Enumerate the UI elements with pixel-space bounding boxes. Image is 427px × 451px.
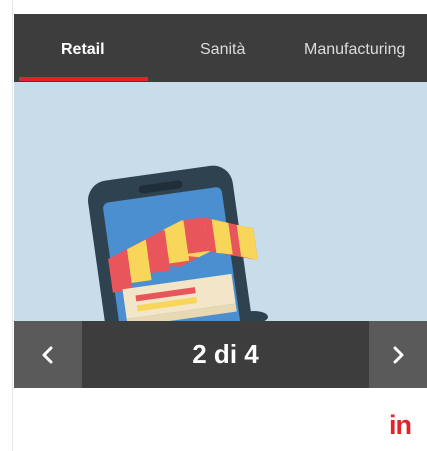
mobile-shop-icon — [87, 165, 268, 321]
slide-image — [14, 82, 427, 321]
tab-manufacturing[interactable]: Manufacturing — [304, 14, 405, 82]
left-gutter — [0, 0, 13, 451]
active-tab-indicator — [19, 77, 148, 81]
tab-retail[interactable]: Retail — [61, 14, 105, 82]
footer: in — [14, 388, 427, 451]
next-slide-button[interactable] — [369, 321, 427, 388]
previous-slide-button[interactable] — [14, 321, 82, 388]
tab-bar: Retail Sanità Manufacturing — [14, 14, 427, 82]
slider-controls: 2 di 4 — [14, 321, 427, 388]
tab-sanita[interactable]: Sanità — [200, 14, 245, 82]
slide-counter: 2 di 4 — [192, 339, 259, 369]
linkedin-icon[interactable]: in — [389, 410, 412, 440]
chevron-right-icon — [393, 346, 404, 363]
chevron-left-icon — [42, 346, 53, 363]
